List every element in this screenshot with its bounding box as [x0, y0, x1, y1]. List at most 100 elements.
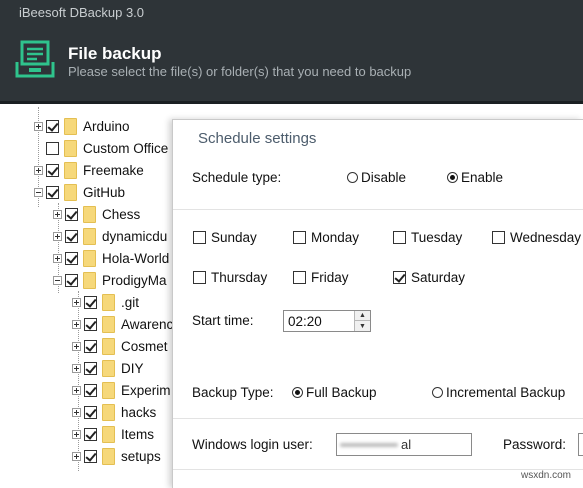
- redacted-text: [340, 443, 398, 447]
- tree-item[interactable]: Awarenc: [72, 313, 173, 335]
- day-checkbox-monday[interactable]: Monday: [293, 230, 359, 245]
- tree-item-label: Freemake: [83, 162, 144, 178]
- expand-icon[interactable]: [72, 319, 81, 329]
- radio-label: Enable: [461, 170, 504, 185]
- tree-item[interactable]: Chess: [53, 203, 140, 225]
- checkbox-indicator: [393, 271, 406, 284]
- radio-label: Disable: [361, 170, 407, 185]
- tree-item[interactable]: hacks: [72, 401, 156, 423]
- expand-icon[interactable]: [72, 341, 81, 351]
- checkbox-label: Friday: [311, 270, 349, 285]
- tree-checkbox[interactable]: [46, 163, 59, 177]
- tree-item[interactable]: Cosmet: [72, 335, 168, 357]
- collapse-icon[interactable]: [53, 275, 62, 285]
- start-time-label: Start time:: [192, 313, 254, 328]
- folder-icon: [83, 249, 96, 267]
- start-time-value: 02:20: [288, 314, 322, 329]
- folder-icon: [102, 315, 115, 333]
- tree-checkbox[interactable]: [84, 449, 97, 463]
- tree-item[interactable]: .git: [72, 291, 139, 313]
- checkbox-indicator: [293, 231, 306, 244]
- day-checkbox-wednesday[interactable]: Wednesday: [492, 230, 581, 245]
- checkbox-label: Thursday: [211, 270, 268, 285]
- folder-icon: [102, 381, 115, 399]
- expand-icon[interactable]: [53, 231, 62, 241]
- tree-item-label: Awarenc: [121, 316, 174, 332]
- panel-title: Schedule settings: [198, 130, 317, 147]
- day-checkbox-saturday[interactable]: Saturday: [393, 270, 465, 285]
- day-checkbox-tuesday[interactable]: Tuesday: [393, 230, 462, 245]
- folder-icon: [83, 205, 96, 223]
- tree-item[interactable]: GitHub: [34, 181, 125, 203]
- tree-item[interactable]: dynamicdu: [53, 225, 167, 247]
- expand-icon[interactable]: [72, 385, 81, 395]
- expand-icon[interactable]: [53, 253, 62, 263]
- tree-item[interactable]: Freemake: [34, 159, 144, 181]
- day-checkbox-sunday[interactable]: Sunday: [193, 230, 257, 245]
- tree-item[interactable]: Arduino: [34, 115, 130, 137]
- folder-icon: [102, 403, 115, 421]
- collapse-icon[interactable]: [34, 187, 43, 197]
- tree-checkbox[interactable]: [84, 405, 97, 419]
- file-backup-icon: [15, 40, 55, 78]
- tree-item-label: ProdigyMa: [102, 272, 167, 288]
- password-input[interactable]: [578, 433, 583, 456]
- schedule-settings-panel: Schedule settings Schedule type: Disable…: [172, 119, 583, 488]
- folder-tree[interactable]: Arduino Custom Office Freemake GitHub Ch…: [0, 107, 175, 488]
- tree-item-label: Experim: [121, 382, 171, 398]
- checkbox-indicator: [492, 231, 505, 244]
- tree-item[interactable]: Custom Office: [34, 137, 168, 159]
- tree-checkbox[interactable]: [65, 273, 78, 287]
- tree-item[interactable]: Items: [72, 423, 154, 445]
- tree-checkbox[interactable]: [65, 207, 78, 221]
- schedule-type-label: Schedule type:: [192, 170, 282, 185]
- spin-down-icon[interactable]: ▼: [355, 321, 370, 331]
- tree-item[interactable]: DIY: [72, 357, 144, 379]
- checkbox-indicator: [293, 271, 306, 284]
- tree-checkbox[interactable]: [84, 383, 97, 397]
- folder-icon: [102, 447, 115, 465]
- tree-item[interactable]: setups: [72, 445, 161, 467]
- tree-item-label: DIY: [121, 360, 144, 376]
- full-backup-radio[interactable]: Full Backup: [292, 385, 377, 400]
- expand-icon[interactable]: [72, 407, 81, 417]
- tree-checkbox[interactable]: [84, 339, 97, 353]
- checkbox-indicator: [193, 271, 206, 284]
- tree-checkbox[interactable]: [46, 185, 59, 199]
- expand-icon[interactable]: [34, 165, 43, 175]
- tree-checkbox[interactable]: [46, 119, 59, 133]
- day-checkbox-thursday[interactable]: Thursday: [193, 270, 267, 285]
- start-time-input[interactable]: 02:20 ▲ ▼: [283, 310, 371, 332]
- tree-checkbox[interactable]: [84, 427, 97, 441]
- page-subtitle: Please select the file(s) or folder(s) t…: [68, 64, 412, 79]
- tree-checkbox[interactable]: [46, 141, 59, 155]
- tree-item[interactable]: Hola-World: [53, 247, 169, 269]
- login-user-input[interactable]: al: [336, 433, 472, 456]
- login-user-value: al: [401, 437, 412, 452]
- divider: [173, 418, 583, 419]
- spin-up-icon[interactable]: ▲: [355, 311, 370, 321]
- folder-icon: [102, 359, 115, 377]
- expand-icon[interactable]: [72, 451, 81, 461]
- folder-icon: [83, 271, 96, 289]
- schedule-enable-radio[interactable]: Enable: [447, 170, 503, 185]
- checkbox-indicator: [393, 231, 406, 244]
- tree-checkbox[interactable]: [84, 317, 97, 331]
- app-title: iBeesoft DBackup 3.0: [19, 5, 145, 20]
- tree-item[interactable]: ProdigyMa: [53, 269, 167, 291]
- schedule-disable-radio[interactable]: Disable: [347, 170, 406, 185]
- expand-icon[interactable]: [72, 363, 81, 373]
- day-checkbox-friday[interactable]: Friday: [293, 270, 349, 285]
- expand-icon[interactable]: [34, 121, 43, 131]
- tree-item-label: hacks: [121, 404, 157, 420]
- folder-icon: [64, 183, 77, 201]
- tree-checkbox[interactable]: [84, 295, 97, 309]
- tree-checkbox[interactable]: [65, 229, 78, 243]
- expand-icon[interactable]: [72, 429, 81, 439]
- tree-checkbox[interactable]: [84, 361, 97, 375]
- tree-checkbox[interactable]: [65, 251, 78, 265]
- incremental-backup-radio[interactable]: Incremental Backup: [432, 385, 565, 400]
- expand-icon[interactable]: [72, 297, 81, 307]
- tree-item[interactable]: Experim: [72, 379, 171, 401]
- expand-icon[interactable]: [53, 209, 62, 219]
